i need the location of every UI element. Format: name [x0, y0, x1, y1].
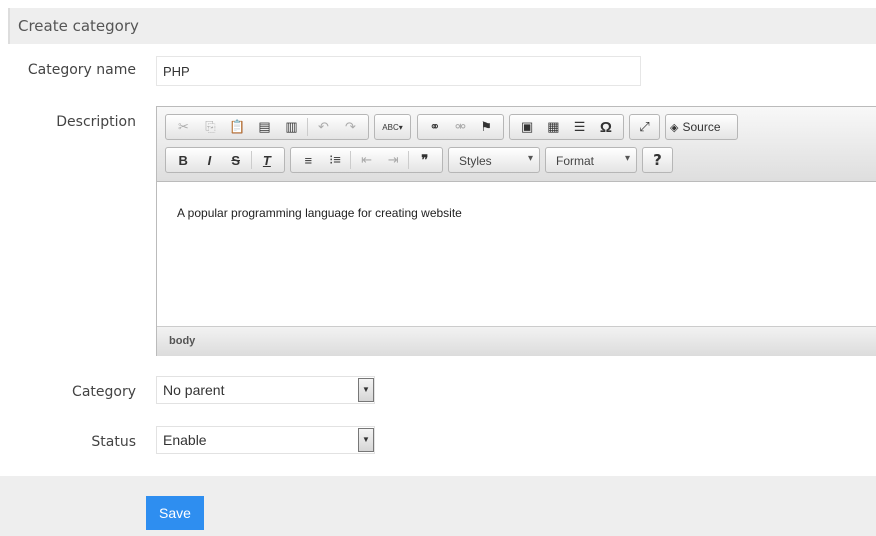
spellcheck-icon[interactable]: ABC▾ — [379, 123, 406, 132]
special-char-omega-icon[interactable]: Ω — [593, 119, 619, 136]
strikethrough-icon[interactable]: S — [223, 153, 249, 168]
table-icon[interactable]: ▦ — [540, 119, 566, 135]
parent-category-select[interactable]: No parent ▼ — [156, 376, 375, 404]
anchor-flag-icon[interactable]: ⚑ — [473, 119, 499, 135]
category-label: Category — [72, 384, 136, 400]
remove-format-icon[interactable]: T — [254, 153, 280, 168]
link-icon[interactable]: ⚭ — [422, 119, 448, 135]
copy-icon[interactable]: ⎘ — [197, 119, 224, 135]
editor-content[interactable]: A popular programming language for creat… — [157, 182, 876, 326]
element-path-body[interactable]: body — [169, 335, 195, 347]
status-label: Status — [91, 434, 136, 450]
redo-icon[interactable]: ↷ — [337, 119, 364, 135]
undo-icon[interactable]: ↶ — [310, 119, 337, 135]
status-value: Enable — [163, 432, 207, 448]
styles-dropdown[interactable]: Styles — [448, 147, 540, 173]
horizontal-rule-icon[interactable]: ☰ — [567, 119, 593, 135]
page-header: Create category — [0, 8, 876, 44]
numbered-list-icon[interactable]: ≡ — [295, 153, 322, 168]
help-button[interactable]: ? — [653, 151, 662, 169]
editor-path-bar: body — [157, 326, 876, 356]
save-button[interactable]: Save — [146, 496, 204, 530]
italic-icon[interactable]: I — [196, 153, 222, 168]
image-icon[interactable]: ▣ — [514, 119, 540, 135]
paste-icon[interactable]: 📋 — [224, 119, 251, 135]
parent-category-value: No parent — [163, 382, 225, 398]
form-actions-bar — [0, 476, 876, 536]
description-text: A popular programming language for creat… — [177, 206, 462, 220]
maximize-icon[interactable]: ⤢ — [634, 119, 655, 135]
category-name-label: Category name — [27, 62, 136, 78]
editor-toolbar: ✂ ⎘ 📋 ▤ ▥ ↶ ↷ ABC▾ ⚭ ⚮ ⚑ ▣ ▦ ☰ Ω ⤢ ◈ Sour… — [157, 107, 876, 182]
source-button[interactable]: Source — [682, 120, 720, 134]
source-icon: ◈ — [670, 120, 679, 134]
dropdown-arrow-icon[interactable]: ▼ — [358, 428, 374, 452]
bulleted-list-icon[interactable]: ⁝≡ — [322, 152, 349, 168]
page-title: Create category — [18, 17, 139, 35]
paste-text-icon[interactable]: ▤ — [251, 119, 278, 135]
cut-icon[interactable]: ✂ — [170, 119, 197, 135]
paste-word-icon[interactable]: ▥ — [278, 119, 305, 135]
status-select[interactable]: Enable ▼ — [156, 426, 375, 454]
description-label: Description — [56, 114, 136, 130]
dropdown-arrow-icon[interactable]: ▼ — [358, 378, 374, 402]
indent-icon[interactable]: ⇥ — [380, 152, 407, 168]
bold-icon[interactable]: B — [170, 153, 196, 168]
category-name-input[interactable] — [156, 56, 641, 86]
unlink-icon[interactable]: ⚮ — [448, 119, 474, 135]
blockquote-icon[interactable]: ❞ — [411, 152, 438, 168]
description-editor[interactable]: ✂ ⎘ 📋 ▤ ▥ ↶ ↷ ABC▾ ⚭ ⚮ ⚑ ▣ ▦ ☰ Ω ⤢ ◈ Sour… — [156, 106, 876, 356]
outdent-icon[interactable]: ⇤ — [353, 152, 380, 168]
format-dropdown[interactable]: Format — [545, 147, 637, 173]
